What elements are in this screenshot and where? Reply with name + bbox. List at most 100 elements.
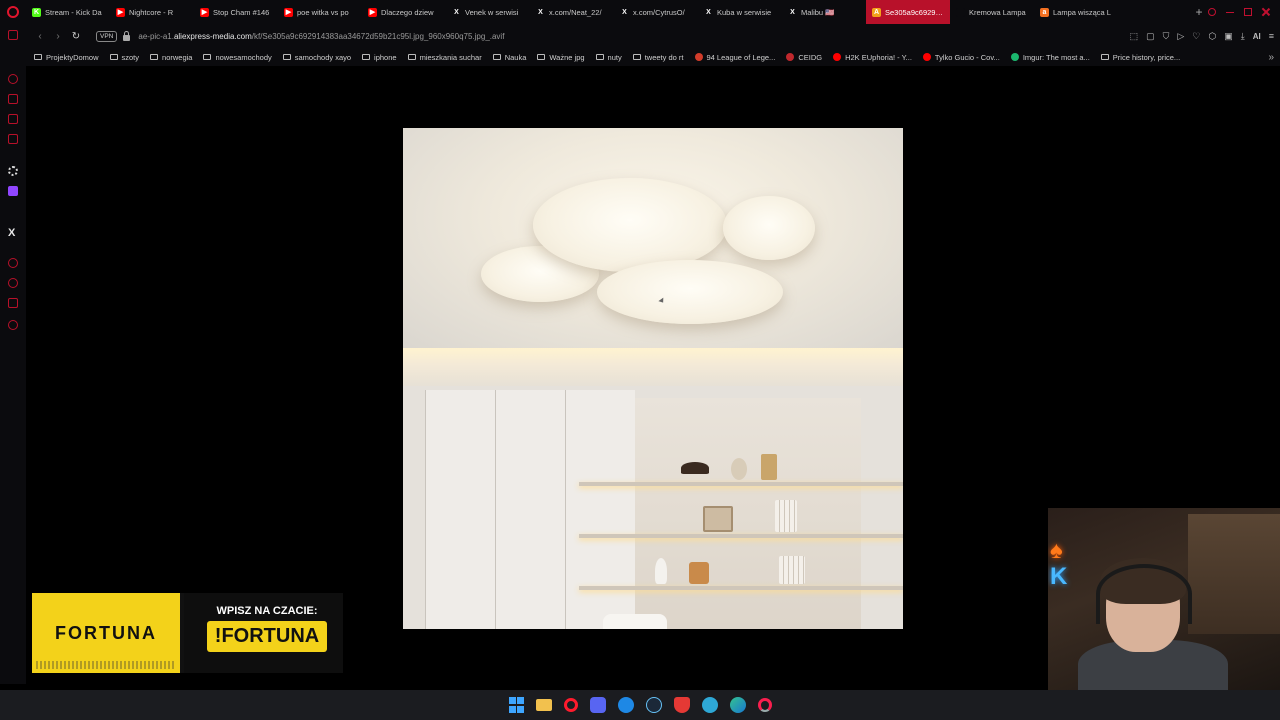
tab-search-icon[interactable] — [1208, 8, 1216, 16]
bag-icon[interactable] — [8, 94, 18, 104]
browser-tab[interactable]: ▶ Nightcore - R — [110, 0, 194, 24]
tab-favicon-icon: ▶ — [284, 7, 293, 17]
tab-title: Dlaczego dziew — [381, 7, 434, 17]
bookmark-item[interactable]: CEIDG — [786, 53, 822, 62]
bookmark-item[interactable]: Nauka — [492, 53, 526, 62]
twitch-icon[interactable] — [8, 186, 18, 196]
extensions-icon[interactable]: ⬡ — [1208, 31, 1216, 42]
heart-icon[interactable]: ♡ — [1192, 31, 1200, 42]
browser-tab[interactable]: ▶ Stop Cham #146 — [194, 0, 278, 24]
browser-tab[interactable]: K Stream - Kick Da — [26, 0, 110, 24]
back-icon[interactable]: ‹ — [32, 28, 48, 44]
books — [779, 556, 805, 584]
bookmark-item[interactable]: 94 League of Lege... — [694, 53, 775, 62]
bookmark-item[interactable]: Ważne jpg — [537, 53, 585, 62]
bookmark-item[interactable]: nowesamochody — [203, 53, 272, 62]
opera-icon[interactable] — [564, 698, 578, 712]
bookmark-item[interactable]: H2K EUphoria! - Y... — [833, 53, 912, 62]
browser-tab[interactable]: Xx.com/Neat_22/ — [530, 0, 614, 24]
tab-favicon-icon: ▶ — [200, 7, 209, 17]
browser-icon[interactable] — [702, 697, 718, 713]
browser-tab[interactable]: X Kuba w serwisie — [698, 0, 782, 24]
bookmark-item[interactable]: szoty — [109, 53, 139, 62]
ad-cta: WPISZ NA CZACIE: — [216, 605, 318, 617]
bookmark-label: samochody xayo — [294, 52, 352, 62]
cabinet-door — [495, 390, 565, 629]
bookmark-item[interactable]: nuty — [595, 53, 622, 62]
browser-tab[interactable]: A Se305a9c692914383aa34 — [866, 0, 950, 24]
folder-icon — [34, 54, 42, 60]
url-field[interactable]: ae-pic-a1.aliexpress-media.com/kf/Se305a… — [138, 32, 1129, 41]
ai-button[interactable]: AI — [1253, 32, 1261, 41]
news-icon[interactable] — [8, 134, 18, 144]
app-icon[interactable] — [618, 697, 634, 713]
browser-tab[interactable]: X Venek w serwisi — [446, 0, 530, 24]
bookmarks-overflow-icon[interactable]: » — [1268, 52, 1280, 63]
vpn-badge[interactable]: VPN — [96, 30, 118, 42]
tab-title: Kuba w serwisie — [717, 7, 772, 17]
edge-icon[interactable] — [730, 697, 746, 713]
home-icon[interactable] — [8, 30, 18, 40]
bookmark-item[interactable]: norwegia — [150, 53, 192, 62]
maximize-icon[interactable] — [1244, 8, 1252, 16]
url-domain: aliexpress-media.com — [173, 31, 252, 41]
browser-tab[interactable]: ▶ poe witka vs po — [278, 0, 362, 24]
pinboard-icon[interactable] — [8, 298, 18, 308]
vase — [731, 458, 747, 480]
bookmark-item[interactable]: iphone — [362, 53, 397, 62]
picture-frame — [703, 506, 733, 532]
tab-favicon-icon: X — [452, 7, 461, 17]
opera-gx-icon[interactable] — [758, 698, 772, 712]
tab-favicon-icon: X — [704, 7, 713, 17]
tab-title: x.com/Neat_22/ — [549, 7, 602, 17]
messenger-icon[interactable] — [8, 114, 18, 124]
forward-icon[interactable]: › — [50, 28, 66, 44]
folder-icon — [282, 54, 291, 60]
adblock-shield-icon[interactable]: ⛉ — [1163, 31, 1170, 42]
discord-icon[interactable] — [590, 697, 606, 713]
player-icon[interactable]: ▷ — [1177, 31, 1184, 42]
windows-start-icon[interactable] — [508, 697, 524, 713]
x-icon[interactable]: X — [8, 228, 18, 239]
vase — [761, 454, 777, 480]
browser-tab[interactable]: ▶ Dlaczego dziew — [362, 0, 446, 24]
tab-title: Nightcore - R — [129, 7, 174, 17]
bookmark-item[interactable]: mieszkania suchar — [407, 53, 482, 62]
tab-title: Kremowa Lampa — [969, 7, 1026, 17]
clock-icon[interactable] — [8, 278, 18, 288]
reload-icon[interactable]: ↻ — [68, 28, 84, 44]
history-icon[interactable] — [8, 258, 18, 268]
new-tab-button[interactable]: + — [1190, 5, 1208, 19]
bookmark-label: Imgur: The most a... — [1022, 52, 1090, 62]
bookmark-item[interactable]: ProjektyDomow — [34, 53, 99, 62]
opera-menu-button[interactable] — [0, 0, 26, 24]
neon-sign: ♠ K — [1050, 538, 1074, 592]
lamp-disc — [723, 196, 815, 260]
download-icon[interactable]: ⤓ — [1241, 31, 1245, 42]
browser-tab[interactable]: Xx.com/CytrusO/ — [614, 0, 698, 24]
ad-logo-panel: FORTUNA — [32, 593, 180, 673]
bookmark-item[interactable]: Tylko Gucio - Cov... — [922, 53, 1000, 62]
bookmark-item[interactable]: Price history, price... — [1100, 53, 1180, 62]
wallet-icon[interactable]: ▣ — [1224, 31, 1233, 42]
chatgpt-icon[interactable] — [8, 166, 18, 176]
product-image[interactable] — [403, 128, 903, 629]
settings-icon[interactable] — [8, 320, 18, 330]
browser-tab[interactable]: a Lampa wisząca L — [1034, 0, 1118, 24]
minimize-icon[interactable] — [1226, 8, 1234, 13]
snapshot-icon[interactable]: ⬚ — [1130, 31, 1139, 42]
lock-icon[interactable] — [123, 30, 131, 41]
browser-tab[interactable]: Kremowa Lampa — [950, 0, 1034, 24]
bookmark-item[interactable]: Imgur: The most a... — [1010, 52, 1090, 62]
close-icon[interactable] — [1262, 8, 1270, 16]
shield-app-icon[interactable] — [674, 697, 690, 713]
file-explorer-icon[interactable] — [536, 699, 552, 711]
bookmark-page-icon[interactable]: ▢ — [1146, 31, 1155, 42]
browser-tab[interactable]: X Malibu 🇺🇸 — [782, 0, 866, 24]
bookmark-item[interactable]: tweety do rt — [632, 53, 684, 62]
ad-fine-print — [36, 661, 174, 669]
speed-dial-icon[interactable] — [8, 74, 18, 84]
steam-icon[interactable] — [646, 697, 662, 713]
menu-icon[interactable]: ≡ — [1269, 31, 1274, 41]
bookmark-item[interactable]: samochody xayo — [282, 52, 352, 62]
